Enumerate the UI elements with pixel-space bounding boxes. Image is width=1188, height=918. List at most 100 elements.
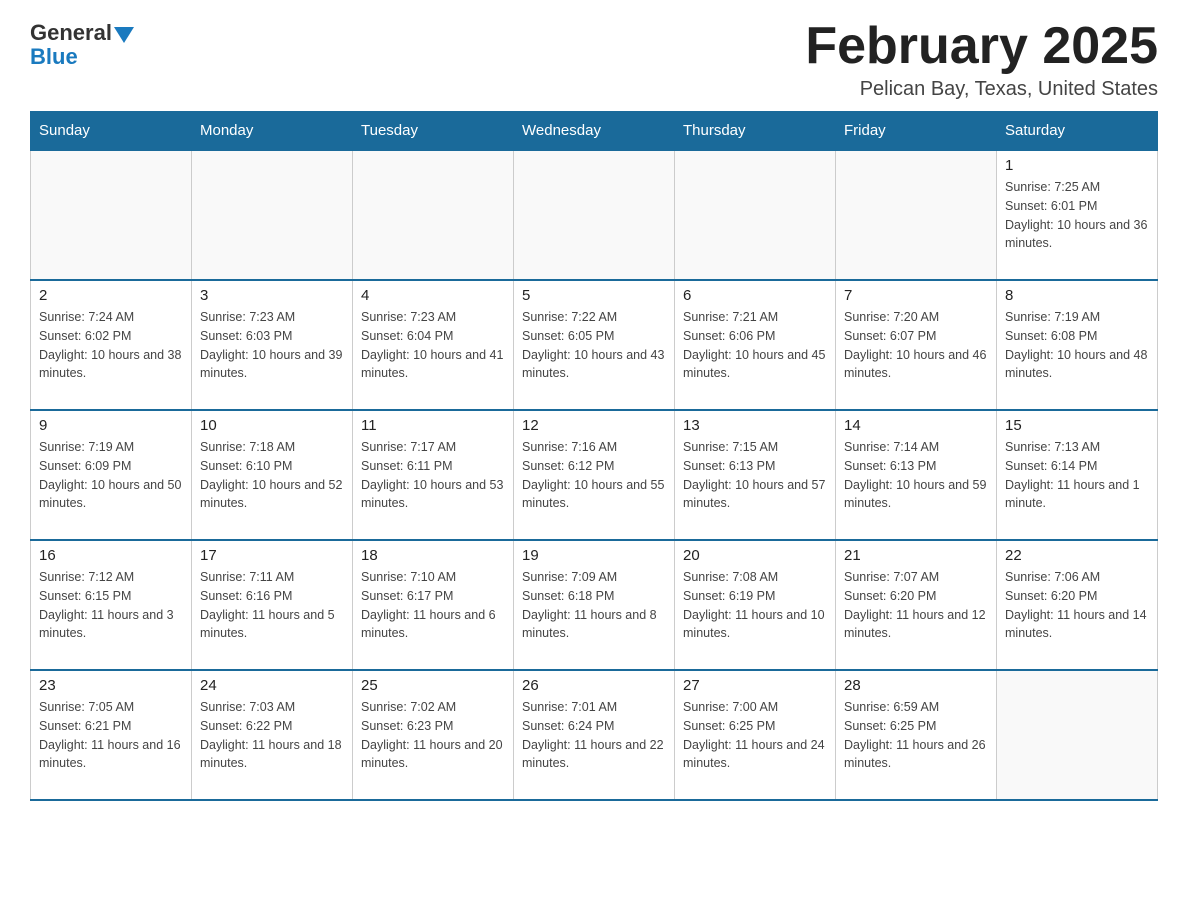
day-number: 16: [39, 547, 183, 564]
calendar-day-cell: [997, 670, 1158, 800]
day-info: Sunrise: 7:05 AMSunset: 6:21 PMDaylight:…: [39, 698, 183, 773]
logo-triangle-icon: [114, 27, 134, 43]
calendar-week-row: 16 Sunrise: 7:12 AMSunset: 6:15 PMDayligh…: [31, 540, 1158, 670]
weekday-header-wednesday: Wednesday: [514, 112, 675, 151]
day-number: 1: [1005, 157, 1149, 174]
calendar-table: SundayMondayTuesdayWednesdayThursdayFrid…: [30, 111, 1158, 801]
day-number: 22: [1005, 547, 1149, 564]
day-info: Sunrise: 7:11 AMSunset: 6:16 PMDaylight:…: [200, 568, 344, 643]
day-number: 18: [361, 547, 505, 564]
day-number: 27: [683, 677, 827, 694]
calendar-day-cell: 12 Sunrise: 7:16 AMSunset: 6:12 PMDayligh…: [514, 410, 675, 540]
calendar-day-cell: 8 Sunrise: 7:19 AMSunset: 6:08 PMDaylight…: [997, 280, 1158, 410]
day-info: Sunrise: 7:03 AMSunset: 6:22 PMDaylight:…: [200, 698, 344, 773]
day-info: Sunrise: 7:19 AMSunset: 6:09 PMDaylight:…: [39, 438, 183, 513]
calendar-week-row: 9Sunrise: 7:19 AMSunset: 6:09 PMDaylight…: [31, 410, 1158, 540]
day-number: 25: [361, 677, 505, 694]
day-info: Sunrise: 7:18 AMSunset: 6:10 PMDaylight:…: [200, 438, 344, 513]
day-number: 2: [39, 287, 183, 304]
day-info: Sunrise: 7:12 AMSunset: 6:15 PMDaylight:…: [39, 568, 183, 643]
day-info: Sunrise: 7:08 AMSunset: 6:19 PMDaylight:…: [683, 568, 827, 643]
day-number: 15: [1005, 417, 1149, 434]
calendar-day-cell: 10Sunrise: 7:18 AMSunset: 6:10 PMDayligh…: [192, 410, 353, 540]
calendar-day-cell: 1Sunrise: 7:25 AMSunset: 6:01 PMDaylight…: [997, 150, 1158, 280]
day-number: 12: [522, 417, 666, 434]
day-info: Sunrise: 7:14 AMSunset: 6:13 PMDaylight:…: [844, 438, 988, 513]
weekday-header-tuesday: Tuesday: [353, 112, 514, 151]
day-info: Sunrise: 7:19 AMSunset: 6:08 PMDaylight:…: [1005, 308, 1149, 383]
day-number: 23: [39, 677, 183, 694]
day-number: 13: [683, 417, 827, 434]
calendar-day-cell: 13 Sunrise: 7:15 AMSunset: 6:13 PMDayligh…: [675, 410, 836, 540]
calendar-day-cell: 25 Sunrise: 7:02 AMSunset: 6:23 PMDayligh…: [353, 670, 514, 800]
weekday-header-row: SundayMondayTuesdayWednesdayThursdayFrid…: [31, 112, 1158, 151]
calendar-day-cell: 21 Sunrise: 7:07 AMSunset: 6:20 PMDayligh…: [836, 540, 997, 670]
day-info: Sunrise: 7:01 AMSunset: 6:24 PMDaylight:…: [522, 698, 666, 773]
calendar-day-cell: 23 Sunrise: 7:05 AMSunset: 6:21 PMDayligh…: [31, 670, 192, 800]
calendar-day-cell: [31, 150, 192, 280]
calendar-day-cell: 16 Sunrise: 7:12 AMSunset: 6:15 PMDayligh…: [31, 540, 192, 670]
day-info: Sunrise: 7:20 AMSunset: 6:07 PMDaylight:…: [844, 308, 988, 383]
calendar-week-row: 1Sunrise: 7:25 AMSunset: 6:01 PMDaylight…: [31, 150, 1158, 280]
day-number: 8: [1005, 287, 1149, 304]
day-info: Sunrise: 7:24 AMSunset: 6:02 PMDaylight:…: [39, 308, 183, 383]
calendar-day-cell: 18 Sunrise: 7:10 AMSunset: 6:17 PMDayligh…: [353, 540, 514, 670]
day-number: 4: [361, 287, 505, 304]
calendar-day-cell: 9Sunrise: 7:19 AMSunset: 6:09 PMDaylight…: [31, 410, 192, 540]
logo-general-text: General: [30, 20, 112, 46]
day-number: 6: [683, 287, 827, 304]
calendar-day-cell: [836, 150, 997, 280]
day-info: Sunrise: 7:02 AMSunset: 6:23 PMDaylight:…: [361, 698, 505, 773]
day-info: Sunrise: 7:17 AMSunset: 6:11 PMDaylight:…: [361, 438, 505, 513]
calendar-day-cell: 24 Sunrise: 7:03 AMSunset: 6:22 PMDayligh…: [192, 670, 353, 800]
day-info: Sunrise: 7:16 AMSunset: 6:12 PMDaylight:…: [522, 438, 666, 513]
day-info: Sunrise: 7:10 AMSunset: 6:17 PMDaylight:…: [361, 568, 505, 643]
day-number: 28: [844, 677, 988, 694]
day-info: Sunrise: 7:07 AMSunset: 6:20 PMDaylight:…: [844, 568, 988, 643]
calendar-day-cell: 6 Sunrise: 7:21 AMSunset: 6:06 PMDaylight…: [675, 280, 836, 410]
weekday-header-thursday: Thursday: [675, 112, 836, 151]
logo: General Blue: [30, 20, 134, 70]
day-info: Sunrise: 7:06 AMSunset: 6:20 PMDaylight:…: [1005, 568, 1149, 643]
calendar-day-cell: 19 Sunrise: 7:09 AMSunset: 6:18 PMDayligh…: [514, 540, 675, 670]
day-number: 24: [200, 677, 344, 694]
calendar-day-cell: 20 Sunrise: 7:08 AMSunset: 6:19 PMDayligh…: [675, 540, 836, 670]
calendar-day-cell: [353, 150, 514, 280]
day-info: Sunrise: 7:13 AMSunset: 6:14 PMDaylight:…: [1005, 438, 1149, 513]
calendar-day-cell: 17 Sunrise: 7:11 AMSunset: 6:16 PMDayligh…: [192, 540, 353, 670]
calendar-day-cell: [675, 150, 836, 280]
day-number: 19: [522, 547, 666, 564]
day-info: Sunrise: 7:23 AMSunset: 6:04 PMDaylight:…: [361, 308, 505, 383]
calendar-day-cell: 27 Sunrise: 7:00 AMSunset: 6:25 PMDayligh…: [675, 670, 836, 800]
day-number: 7: [844, 287, 988, 304]
day-number: 26: [522, 677, 666, 694]
day-info: Sunrise: 7:15 AMSunset: 6:13 PMDaylight:…: [683, 438, 827, 513]
day-number: 3: [200, 287, 344, 304]
day-number: 5: [522, 287, 666, 304]
day-info: Sunrise: 7:00 AMSunset: 6:25 PMDaylight:…: [683, 698, 827, 773]
day-number: 17: [200, 547, 344, 564]
weekday-header-friday: Friday: [836, 112, 997, 151]
weekday-header-monday: Monday: [192, 112, 353, 151]
calendar-day-cell: [514, 150, 675, 280]
day-info: Sunrise: 6:59 AMSunset: 6:25 PMDaylight:…: [844, 698, 988, 773]
calendar-day-cell: [192, 150, 353, 280]
calendar-day-cell: 4 Sunrise: 7:23 AMSunset: 6:04 PMDaylight…: [353, 280, 514, 410]
page-header: General Blue February 2025 Pelican Bay, …: [30, 20, 1158, 101]
day-number: 20: [683, 547, 827, 564]
calendar-day-cell: 7 Sunrise: 7:20 AMSunset: 6:07 PMDaylight…: [836, 280, 997, 410]
day-info: Sunrise: 7:09 AMSunset: 6:18 PMDaylight:…: [522, 568, 666, 643]
calendar-day-cell: 28 Sunrise: 6:59 AMSunset: 6:25 PMDayligh…: [836, 670, 997, 800]
day-number: 21: [844, 547, 988, 564]
title-section: February 2025 Pelican Bay, Texas, United…: [805, 20, 1158, 101]
location-subtitle: Pelican Bay, Texas, United States: [805, 78, 1158, 101]
calendar-week-row: 23 Sunrise: 7:05 AMSunset: 6:21 PMDayligh…: [31, 670, 1158, 800]
calendar-day-cell: 14Sunrise: 7:14 AMSunset: 6:13 PMDayligh…: [836, 410, 997, 540]
day-info: Sunrise: 7:22 AMSunset: 6:05 PMDaylight:…: [522, 308, 666, 383]
calendar-day-cell: 5 Sunrise: 7:22 AMSunset: 6:05 PMDaylight…: [514, 280, 675, 410]
logo-blue-text: Blue: [30, 44, 78, 70]
calendar-day-cell: 2 Sunrise: 7:24 AMSunset: 6:02 PMDaylight…: [31, 280, 192, 410]
calendar-day-cell: 11 Sunrise: 7:17 AMSunset: 6:11 PMDayligh…: [353, 410, 514, 540]
day-info: Sunrise: 7:21 AMSunset: 6:06 PMDaylight:…: [683, 308, 827, 383]
day-number: 11: [361, 417, 505, 434]
